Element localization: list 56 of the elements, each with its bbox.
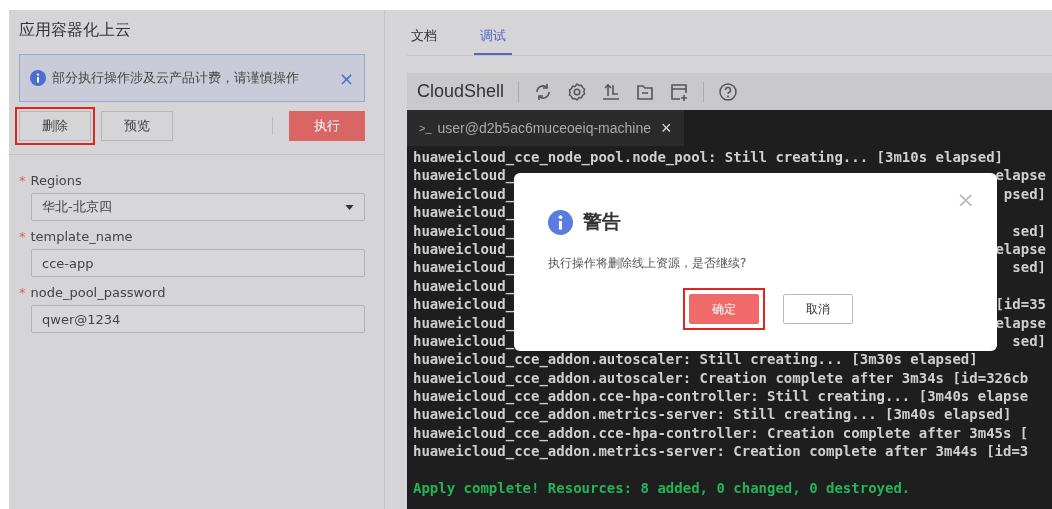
notice-text: 部分执行操作涉及云产品计费，请谨慎操作 [52, 69, 300, 87]
terminal-line: sed] [1012, 258, 1046, 277]
toolbar-title: CloudShell [417, 81, 505, 102]
caret-icon [345, 204, 354, 210]
dialog-message: 执行操作将删除线上资源，是否继续? [548, 255, 748, 272]
close-icon[interactable]: × [661, 117, 672, 139]
terminal-line: huaweicloud_ [413, 240, 515, 259]
terminal-line: Apply complete! Resources: 8 added, 0 changed, 0 destroyed. [413, 479, 911, 498]
terminal-line: [id=35 [995, 295, 1046, 314]
terminal-line: huaweicloud_ [413, 221, 515, 240]
field-label: Regions [30, 173, 82, 188]
prompt-glyph: >_ [419, 122, 432, 134]
required-mark: * [19, 173, 26, 188]
terminal-line: huaweicloud_cce_addon.autoscaler: Still creating... [3m30s elapsed] [413, 350, 978, 369]
upload-download-icon[interactable] [601, 81, 622, 102]
required-mark: * [19, 285, 26, 300]
terminal-line: huaweicloud_ [413, 258, 515, 277]
terminal-line: psed] [1003, 184, 1046, 204]
terminal-line: huaweicloud_cce_addon.cce-hpa-controller: Still creating... [3m40s elapse [413, 387, 1029, 406]
info-icon [30, 70, 46, 86]
tab[interactable]: 文档 [407, 27, 450, 55]
terminal-line: huaweicloud_cce_addon.metrics-server: Still creating... [3m40s elapsed] [413, 405, 1012, 424]
action-button[interactable]: 预览 [101, 111, 173, 141]
terminal-line: huaweicloud_cce_addon.metrics-server: Creation complete after 3m44s [id=3 [413, 442, 1029, 461]
terminal-line: huaweicloud_ [413, 313, 515, 332]
new-window-icon[interactable] [669, 81, 690, 102]
field-label: template_name [30, 229, 133, 244]
cancel-button[interactable]: 取消 [782, 294, 853, 324]
terminal-line: huaweicloud_cce_addon.autoscaler: Creation complete after 3m34s [id=326cb [413, 368, 1029, 388]
terminal-line: elapse [995, 313, 1046, 332]
session-tab[interactable]: >_ user@d2b5ac6muceoeiq-machine × [407, 110, 684, 146]
required-mark: * [19, 229, 26, 244]
terminal-line: huaweicloud_cce_addon.cce-hpa-controller: Creation complete after 3m45s [ [413, 423, 1029, 443]
terminal-line: huaweicloud_ [413, 276, 515, 296]
input-field[interactable]: qwer@1234 [31, 305, 365, 333]
dialog-title: 警告 [583, 209, 621, 234]
action-button[interactable]: 删除 [19, 111, 91, 141]
field-label: node_pool_password [30, 285, 166, 300]
execute-button[interactable]: 执行 [289, 111, 365, 141]
tab[interactable]: 调试 [474, 27, 512, 55]
help-icon[interactable] [718, 81, 739, 102]
terminal-line: elapse [995, 166, 1046, 185]
terminal-line: sed] [1012, 331, 1046, 351]
terminal-line: huaweicloud_ [413, 184, 515, 204]
terminal-line: huaweicloud_ [413, 203, 515, 222]
select-field[interactable]: 华北-北京四 [31, 193, 365, 221]
info-icon [548, 209, 573, 235]
terminal-line: elapse [995, 239, 1046, 259]
terminal-line: huaweicloud_cce_node_pool.node_pool: Still creating... [3m10s elapsed] [413, 148, 1003, 167]
page-title: 应用容器化上云 [18, 19, 132, 41]
session-label: user@d2b5ac6muceoeiq-machine [437, 120, 651, 136]
terminal-line: sed] [1012, 221, 1046, 240]
terminal-line: huaweicloud_ [413, 166, 515, 185]
input-field[interactable]: cce-app [31, 249, 365, 277]
settings-icon[interactable] [567, 81, 588, 102]
terminal-line: huaweicloud_ [413, 295, 515, 314]
